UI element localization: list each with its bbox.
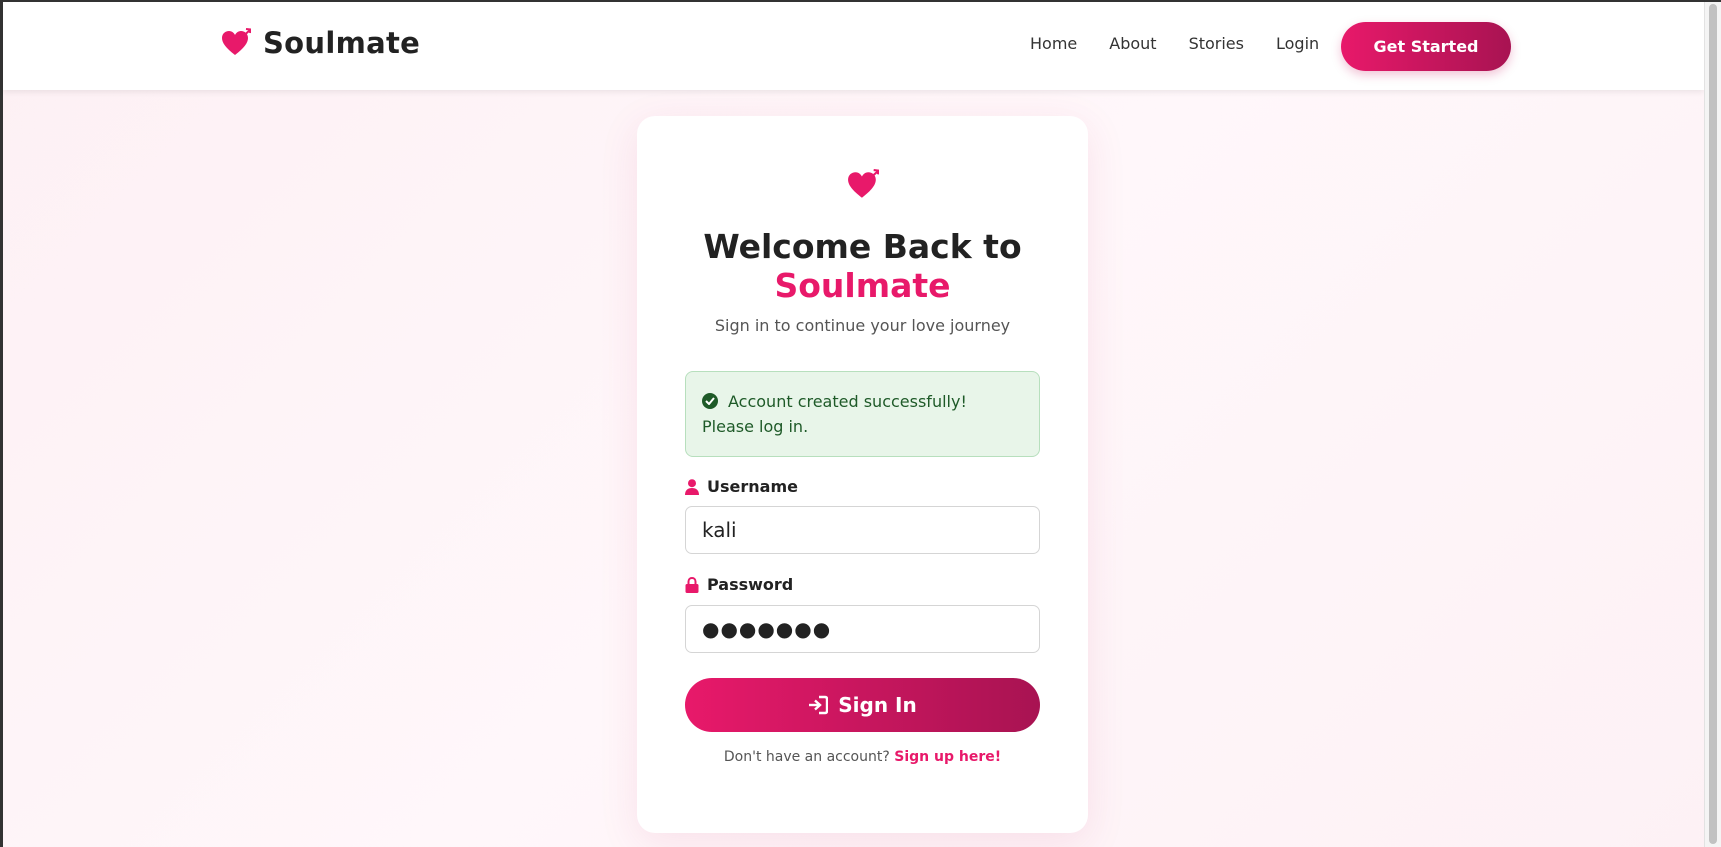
signup-link[interactable]: Sign up here! <box>894 749 1001 765</box>
password-label-text: Password <box>707 575 794 594</box>
sign-in-button[interactable]: Sign In <box>685 678 1040 732</box>
login-card: Welcome Back to Soulmate Sign in to cont… <box>637 116 1088 833</box>
password-input[interactable] <box>685 605 1040 653</box>
signup-prompt-line: Don't have an account? Sign up here! <box>637 749 1088 765</box>
page-title-brand: Soulmate <box>774 266 951 305</box>
navbar: Soulmate Home About Stories Login Get St… <box>3 2 1704 90</box>
sign-in-icon <box>809 695 829 715</box>
vertical-scrollbar[interactable] <box>1704 2 1721 847</box>
lock-icon <box>685 576 699 593</box>
success-alert: Account created successfully! Please log… <box>685 371 1040 457</box>
nav-link-stories[interactable]: Stories <box>1189 34 1244 53</box>
heart-arrow-icon <box>848 169 879 198</box>
scrollbar-thumb[interactable] <box>1709 4 1717 844</box>
nav-link-login[interactable]: Login <box>1276 34 1319 53</box>
sign-in-label: Sign In <box>838 693 917 717</box>
password-label: Password <box>685 575 793 594</box>
heart-arrow-icon <box>222 28 251 55</box>
get-started-button[interactable]: Get Started <box>1341 22 1511 71</box>
page-title: Welcome Back to <box>703 227 1022 266</box>
signup-prompt: Don't have an account? <box>723 749 890 765</box>
nav-links: Home About Stories Login <box>1030 34 1319 53</box>
alert-message: Account created successfully! Please log… <box>702 392 967 436</box>
username-label: Username <box>685 477 798 496</box>
nav-link-home[interactable]: Home <box>1030 34 1077 53</box>
brand[interactable]: Soulmate <box>221 26 420 60</box>
nav-link-about[interactable]: About <box>1109 34 1156 53</box>
brand-name: Soulmate <box>263 26 421 60</box>
page-subtitle: Sign in to continue your love journey <box>714 316 1011 335</box>
username-label-text: Username <box>707 477 798 496</box>
username-input[interactable] <box>685 506 1040 554</box>
check-circle-icon <box>702 393 718 409</box>
user-icon <box>685 478 699 495</box>
